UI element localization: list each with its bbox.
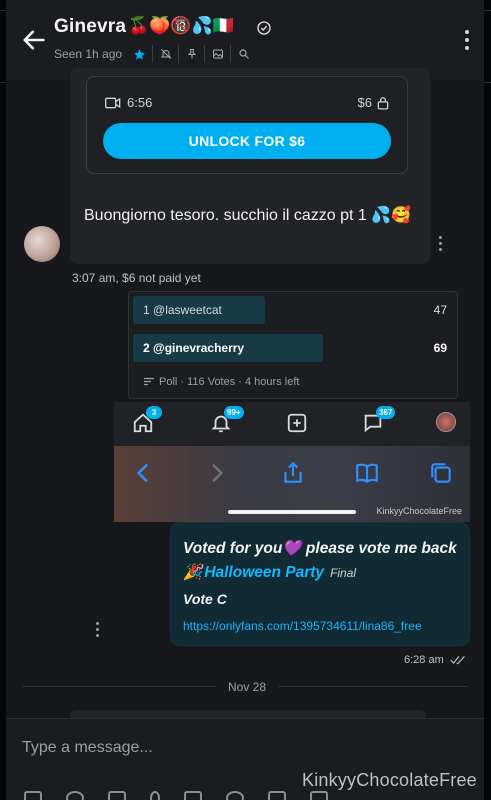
poll-meta-text: Poll · 116 Votes · 4 hours left — [159, 376, 300, 388]
price-tag: $6 — [358, 95, 389, 110]
schedule-icon[interactable] — [310, 791, 328, 800]
home-tab[interactable]: 3 — [132, 406, 162, 436]
poll-icon[interactable] — [268, 791, 286, 800]
message-text: Buongiorno tesoro. succhio il cazzo pt 1… — [84, 207, 412, 224]
overlay-screenshot: 3 99+ 367 KinkyyChocolateFree — [114, 402, 470, 522]
event-title: Halloween Party — [204, 564, 325, 581]
message-link[interactable]: https://onlyfans.com/1395734611/lina86_f… — [183, 619, 422, 633]
message-input[interactable] — [22, 739, 402, 757]
poll-option-votes: 47 — [433, 303, 447, 317]
unlock-button[interactable]: UNLOCK FOR $6 — [103, 123, 391, 159]
video-duration: 6:56 — [105, 95, 152, 110]
messages-badge: 367 — [376, 406, 396, 419]
star-icon[interactable] — [126, 45, 152, 63]
pin-icon[interactable] — [178, 45, 204, 63]
poll-option-label: 1 @lasweetcat — [143, 303, 222, 317]
search-icon[interactable] — [230, 45, 256, 63]
last-seen: Seen 1h ago — [54, 47, 123, 61]
date-divider: Nov 28 — [216, 680, 279, 694]
notifications-tab[interactable]: 99+ — [210, 406, 244, 436]
poll-option[interactable]: 1 @lasweetcat 47 — [133, 296, 455, 324]
message-options-icon[interactable] — [439, 236, 442, 254]
media-icon[interactable] — [204, 45, 230, 63]
home-badge: 3 — [146, 406, 162, 419]
poll-meta: Poll · 116 Votes · 4 hours left — [143, 376, 299, 388]
app-tab-bar: 3 99+ 367 — [114, 402, 470, 446]
event-suffix: Final — [330, 566, 357, 580]
party-emoji: 🎉 — [183, 564, 203, 581]
create-tab[interactable] — [286, 412, 312, 436]
poll-option[interactable]: 2 @ginevracherry 69 — [133, 334, 455, 362]
name-emojis: 🍒🍑🔞💦🇮🇹 — [128, 16, 234, 36]
message-line: Vote C — [183, 591, 227, 607]
browser-toolbar: KinkyyChocolateFree — [114, 446, 470, 522]
bookmarks-icon[interactable] — [354, 460, 380, 486]
locked-message-bubble: 6:56 $6 UNLOCK FOR $6 Buongiorno tesoro.… — [70, 68, 430, 264]
home-indicator — [228, 510, 356, 514]
lock-icon — [377, 96, 389, 109]
chat-screen: Ginevra 🍒🍑🔞💦🇮🇹 Seen 1h ago 6:56 $6 UNLOC… — [6, 0, 484, 800]
sent-message-bubble: Voted for you💜 please vote me back 🎉 Hal… — [170, 522, 470, 646]
message-meta: 6:28 am — [404, 654, 468, 666]
emoji-icon[interactable] — [66, 791, 84, 800]
media-icon[interactable] — [24, 791, 42, 800]
profile-tab[interactable] — [436, 412, 462, 436]
profile-avatar-icon — [436, 412, 456, 432]
share-icon[interactable] — [280, 460, 306, 486]
duration-text: 6:56 — [127, 95, 153, 110]
notifications-badge: 99+ — [224, 406, 244, 419]
browser-forward-icon[interactable] — [204, 460, 230, 486]
video-icon — [105, 97, 121, 108]
price-text: $6 — [357, 95, 372, 110]
avatar[interactable] — [24, 226, 60, 262]
poll-option-label: 2 @ginevracherry — [143, 341, 245, 355]
poll-icon — [144, 377, 154, 386]
poll-card: 1 @lasweetcat 47 2 @ginevracherry 69 Pol… — [128, 291, 458, 399]
header-actions — [126, 45, 256, 63]
mute-icon[interactable] — [152, 45, 178, 63]
message-line: 🎉 Halloween Party Final — [183, 563, 356, 582]
voice-icon[interactable] — [226, 791, 244, 800]
watermark: KinkyyChocolateFree — [302, 770, 477, 790]
back-arrow-icon[interactable] — [20, 26, 48, 54]
message-time: 6:28 am — [404, 654, 444, 666]
poll-option-votes: 69 — [433, 341, 447, 355]
message-options-icon[interactable] — [96, 622, 99, 640]
double-check-icon — [449, 655, 465, 665]
message-meta: 3:07 am, $6 not paid yet — [72, 271, 201, 285]
message-line: Voted for you💜 please vote me back — [183, 540, 457, 557]
locked-media-box: 6:56 $6 UNLOCK FOR $6 — [86, 76, 408, 174]
contact-name[interactable]: Ginevra — [54, 16, 126, 38]
composer-tools — [24, 791, 328, 800]
gif-icon[interactable] — [108, 791, 126, 800]
add-icon — [287, 413, 307, 433]
messages-tab[interactable]: 367 — [362, 406, 396, 436]
more-options-icon[interactable] — [464, 30, 470, 50]
tabs-icon[interactable] — [428, 460, 454, 486]
price-icon[interactable] — [150, 791, 160, 800]
vault-icon[interactable] — [184, 791, 202, 800]
browser-back-icon[interactable] — [130, 460, 156, 486]
verified-icon — [257, 21, 271, 35]
overlay-watermark: KinkyyChocolateFree — [376, 506, 462, 516]
payment-status: $6 not paid yet — [122, 271, 201, 285]
message-time: 3:07 am, — [72, 271, 119, 285]
